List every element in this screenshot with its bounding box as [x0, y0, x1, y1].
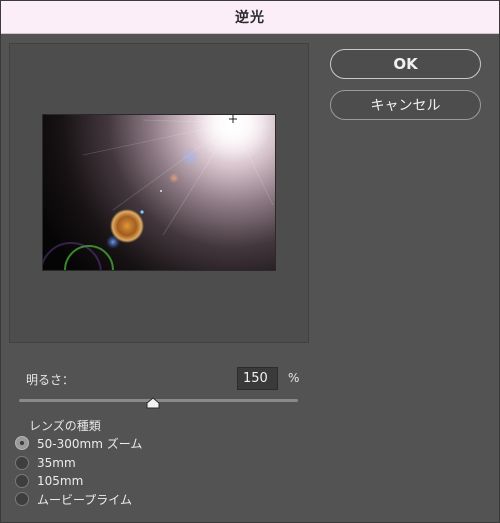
radio-button[interactable]: [15, 492, 29, 506]
lens-option-label: ムービープライム: [37, 492, 133, 507]
lens-option-label: 50-300mm ズーム: [37, 436, 143, 451]
preview-panel: [9, 43, 309, 343]
brightness-unit: %: [288, 371, 300, 385]
lens-option-35mm[interactable]: 35mm: [15, 454, 76, 472]
radio-button[interactable]: [15, 474, 29, 488]
brightness-input[interactable]: 150: [237, 367, 278, 390]
lens-flare-dialog: 逆光 OK キャンセル 明るさ： 150 % レンズの種類 50-300mm ズ…: [0, 0, 500, 523]
dialog-title: 逆光: [235, 10, 265, 26]
radio-button[interactable]: [15, 436, 29, 450]
title-bar[interactable]: 逆光: [1, 1, 499, 34]
cancel-button[interactable]: キャンセル: [330, 90, 481, 120]
ok-button[interactable]: OK: [330, 49, 481, 79]
lens-option-50-300mm-zoom[interactable]: 50-300mm ズーム: [15, 434, 142, 452]
radio-button[interactable]: [15, 456, 29, 470]
slider-thumb-icon[interactable]: [146, 394, 160, 409]
flare-preview-image[interactable]: [42, 114, 276, 271]
lens-option-label: 105mm: [37, 474, 84, 488]
brightness-label: 明るさ：: [26, 373, 75, 387]
lens-type-label: レンズの種類: [29, 419, 101, 433]
lens-option-105mm[interactable]: 105mm: [15, 472, 83, 490]
lens-option-label: 35mm: [37, 456, 76, 470]
flare-preview-graphic: [43, 115, 275, 270]
lens-option-movie-prime[interactable]: ムービープライム: [15, 490, 132, 508]
